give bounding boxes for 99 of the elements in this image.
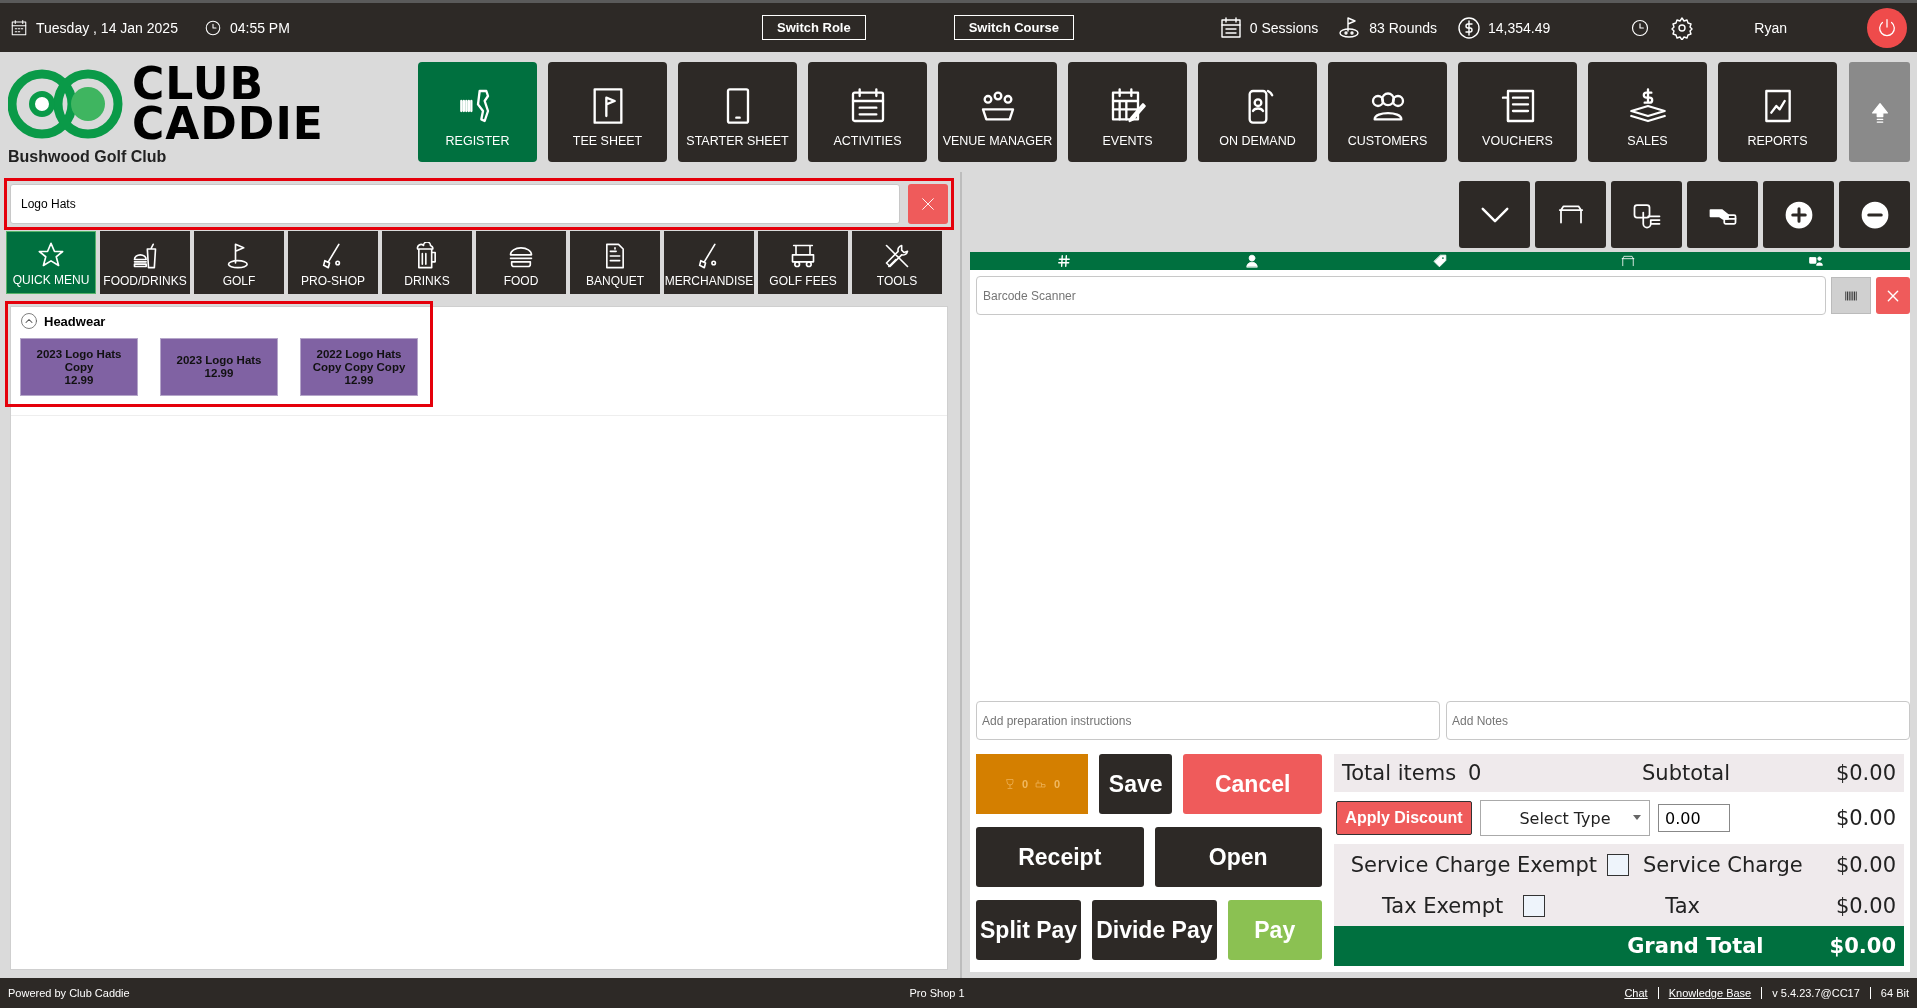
golf-cart-icon (789, 242, 817, 270)
category-button[interactable]: GOLF FEES (758, 231, 848, 294)
category-button[interactable]: PRO-SHOP (288, 231, 378, 294)
product-button[interactable]: 2023 Logo Hats 12.99 (160, 338, 278, 396)
nav-button[interactable]: REGISTER (418, 62, 537, 162)
action-button[interactable]: Split Pay (976, 900, 1082, 960)
notes-field[interactable]: Add preparation instructions (976, 701, 1440, 740)
action-button[interactable]: Save (1099, 754, 1173, 814)
action-button[interactable]: Open (1154, 827, 1322, 887)
table-icon (1621, 254, 1635, 268)
counter-value: 0 (1021, 778, 1028, 790)
toolbar-button[interactable] (1611, 181, 1682, 248)
nav-button[interactable]: STARTER SHEET (678, 62, 797, 162)
barcode-field[interactable]: Barcode Scanner (976, 276, 1826, 315)
hash-icon (1057, 254, 1071, 268)
footer-link[interactable]: Knowledge Base (1657, 987, 1752, 999)
toolbar-button[interactable] (1687, 181, 1758, 248)
total-items-label: Total items (1342, 761, 1457, 785)
toolbar-button[interactable] (1535, 181, 1606, 248)
switch-button[interactable]: Switch Course (953, 15, 1074, 40)
sessions-count: 0 Sessions (1249, 19, 1319, 36)
total-items-count: 0 (1468, 761, 1482, 785)
nav-button[interactable]: ON DEMAND (1198, 62, 1317, 162)
person-icon (1245, 254, 1259, 268)
calendar-list-icon (1218, 15, 1243, 40)
notes-field[interactable]: Add Notes (1446, 701, 1910, 740)
date-text: Tuesday , 14 Jan 2025 (36, 19, 178, 36)
subtotal-label: Subtotal (1642, 761, 1730, 785)
star-icon (37, 241, 65, 269)
toolbar-button[interactable] (1763, 181, 1834, 248)
checkbox[interactable] (1607, 854, 1629, 876)
category-button[interactable]: BANQUET (570, 231, 660, 294)
discount-type-select[interactable]: Select Type (1480, 800, 1650, 836)
nav-button[interactable]: ACTIVITIES (808, 62, 927, 162)
add-icon (1783, 199, 1814, 230)
tax-amount: $0.00 (1835, 894, 1896, 918)
product-button[interactable]: 2022 Logo Hats Copy Copy Copy 12.99 (300, 338, 418, 396)
nav-button[interactable]: VENUE MANAGER (938, 62, 1057, 162)
footer-link[interactable]: Chat (1624, 987, 1648, 999)
club-name: Bushwood Golf Club (8, 148, 168, 166)
product-button[interactable]: 2023 Logo Hats Copy 12.99 (20, 338, 138, 396)
action-button[interactable]: Receipt (976, 827, 1144, 887)
tax-exempt-label: Tax Exempt (1382, 894, 1504, 918)
dollar-icon (1457, 15, 1481, 40)
category-button[interactable]: TOOLS (852, 231, 942, 294)
dropdown-icon (1480, 206, 1509, 223)
collapse-icon[interactable] (20, 312, 38, 330)
subtotal-amount: $0.00 (1835, 761, 1896, 785)
nav-button[interactable]: TEE SHEET (548, 62, 667, 162)
food-drink-icon (131, 242, 159, 270)
time-text: 04:55 PM (229, 19, 290, 36)
clock-icon[interactable] (1630, 17, 1651, 38)
category-button[interactable]: MERCHANDISE (664, 231, 754, 294)
nav-button[interactable]: SALES (1588, 62, 1707, 162)
logo-text: CADDIE (132, 104, 324, 144)
clock-icon (203, 18, 222, 37)
category-button[interactable]: FOOD (476, 231, 566, 294)
service-charge-amount: $0.00 (1835, 853, 1896, 877)
tax-label: Tax (1665, 894, 1700, 918)
discount-value-field[interactable]: 0.00 (1658, 804, 1730, 832)
category-button[interactable]: QUICK MENU (6, 231, 96, 294)
toolbar-button[interactable] (1839, 181, 1910, 248)
rounds-count: 83 Rounds (1369, 19, 1437, 36)
user-name: Ryan (1754, 19, 1787, 36)
service-charge-label: Service Charge (1643, 853, 1803, 877)
balance-amount: 14,354.49 (1488, 19, 1551, 36)
calendar-icon (10, 18, 28, 37)
power-button[interactable] (1867, 7, 1907, 48)
barcode-icon (1842, 288, 1860, 303)
discount-amount: $0.00 (1835, 806, 1896, 830)
grand-total-label: Grand Total (1627, 934, 1764, 958)
action-button[interactable]: Divide Pay (1092, 900, 1217, 960)
checkbox[interactable] (1523, 895, 1546, 917)
group-title: Headwear (44, 313, 106, 329)
nav-button[interactable]: CUSTOMERS (1328, 62, 1447, 162)
remove-icon (1859, 199, 1890, 230)
barcode-button[interactable] (1831, 277, 1871, 314)
version-text: v 5.4.23.7@CC17 (1761, 987, 1860, 999)
nav-button[interactable]: VOUCHERS (1458, 62, 1577, 162)
category-button[interactable]: DRINKS (382, 231, 472, 294)
switch-button[interactable]: Switch Role (762, 15, 866, 40)
close-icon (1886, 288, 1900, 303)
arch-text: 64 Bit (1869, 987, 1909, 999)
settings-icon[interactable] (1670, 15, 1695, 40)
powered-by-text: Powered by Club Caddie (8, 987, 130, 999)
logo-text: CLUB (132, 64, 265, 104)
counter-value: 0 (1054, 778, 1061, 790)
service-charge-exempt-label: Service Charge Exempt (1349, 853, 1597, 877)
nav-button[interactable]: EVENTS (1068, 62, 1187, 162)
grand-total-amount: $0.00 (1829, 934, 1896, 958)
category-button[interactable]: GOLF (194, 231, 284, 294)
tools-icon (883, 242, 911, 270)
search-field[interactable]: Logo Hats (10, 184, 900, 224)
category-button[interactable]: FOOD/DRINKS (100, 231, 190, 294)
power-icon (1876, 16, 1898, 39)
location-text: Pro Shop 1 (908, 987, 965, 999)
close-icon (920, 196, 936, 212)
trophy-icon (1003, 778, 1016, 790)
nav-button[interactable]: REPORTS (1718, 62, 1837, 162)
